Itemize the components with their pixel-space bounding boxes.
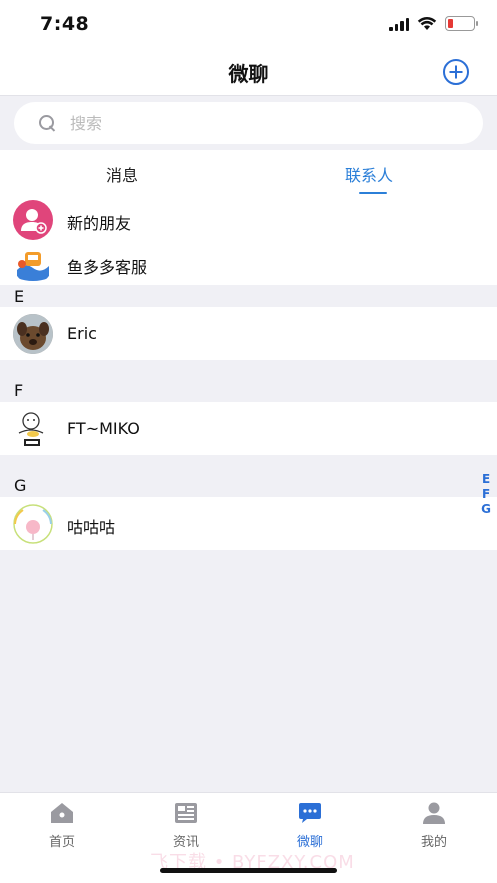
status-icons: [389, 16, 478, 31]
contact-row-eric[interactable]: Eric: [0, 307, 497, 360]
profile-icon: [421, 801, 447, 825]
alphabet-index[interactable]: E F G: [481, 472, 491, 517]
index-letter-g[interactable]: G: [481, 502, 491, 517]
list-item-label: 鱼多多客服: [67, 258, 148, 277]
contact-name: FT~MIKO: [67, 419, 140, 438]
section-letter: F: [14, 381, 24, 400]
contact-name: Eric: [67, 324, 97, 343]
tab-active-indicator: [359, 192, 387, 194]
wifi-icon: [417, 16, 437, 30]
contact-avatar: [13, 314, 53, 354]
tab-bar-top: 消息 联系人: [0, 150, 497, 196]
section-header-g: G: [0, 455, 497, 497]
search-container: [0, 96, 497, 150]
cellular-signal-icon: [389, 17, 409, 31]
contact-row-ft-miko[interactable]: FT~MIKO: [0, 402, 497, 455]
index-letter-e[interactable]: E: [482, 472, 490, 487]
status-bar: 7:48: [0, 0, 497, 48]
new-friends-item[interactable]: 新的朋友: [0, 196, 497, 242]
list-item-label: 新的朋友: [67, 214, 132, 233]
customer-service-item[interactable]: 鱼多多客服: [0, 242, 497, 285]
status-time: 7:48: [40, 13, 90, 35]
nav-item-home[interactable]: 首页: [27, 801, 97, 850]
contact-avatar: [13, 504, 53, 544]
tab-contacts[interactable]: 联系人: [345, 162, 393, 186]
nav-item-profile[interactable]: 我的: [399, 801, 469, 850]
tab-messages[interactable]: 消息: [106, 162, 138, 186]
battery-icon: [445, 16, 478, 31]
search-box[interactable]: [14, 102, 483, 144]
customer-service-avatar: [13, 244, 53, 284]
index-letter-f[interactable]: F: [482, 487, 490, 502]
home-icon: [49, 801, 75, 825]
search-icon: [38, 114, 56, 132]
page-title: 微聊: [228, 62, 269, 86]
nav-item-chat[interactable]: 微聊: [275, 801, 345, 850]
new-friend-icon: [13, 200, 53, 240]
search-input[interactable]: [70, 113, 430, 133]
nav-bar: 微聊: [0, 48, 497, 96]
contact-name: 咕咕咕: [67, 518, 116, 537]
nav-item-news[interactable]: 资讯: [151, 801, 221, 850]
contact-row-gugugu[interactable]: 咕咕咕: [0, 497, 497, 550]
home-indicator[interactable]: [160, 868, 337, 873]
section-letter: E: [14, 287, 25, 306]
nav-label: 我的: [420, 835, 447, 850]
section-header-f: F: [0, 360, 497, 402]
section-letter: G: [14, 476, 27, 495]
chat-icon: [297, 801, 323, 825]
section-header-e: E: [0, 285, 497, 307]
contact-avatar: [13, 409, 53, 449]
add-button[interactable]: [443, 59, 469, 85]
nav-label: 首页: [48, 835, 75, 850]
news-icon: [173, 801, 199, 825]
